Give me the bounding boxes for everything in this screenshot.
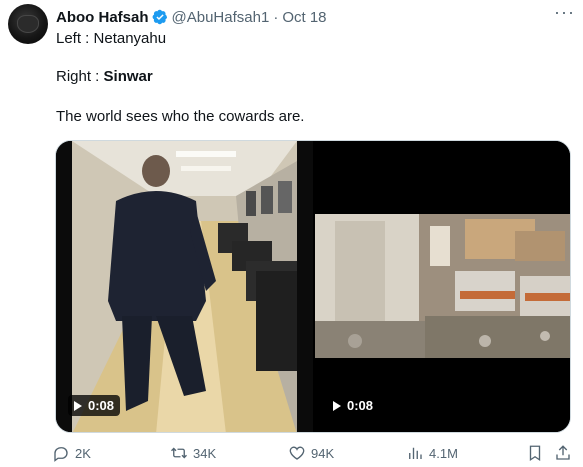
reply-icon (54, 447, 68, 462)
avatar-image (17, 15, 39, 33)
like-button[interactable]: 94K (288, 444, 334, 462)
media-grid: 0:08 0:08 (55, 140, 571, 433)
right-video[interactable]: 0:08 (315, 141, 570, 432)
left-video[interactable]: 0:08 (56, 141, 313, 432)
bookmark-button[interactable] (526, 444, 544, 462)
repost-icon (171, 447, 187, 459)
verified-badge-icon (152, 9, 167, 25)
tweet-header: Aboo Hafsah @AbuHafsah1 · Oct 18 (56, 7, 573, 27)
left-video-duration: 0:08 (68, 395, 121, 416)
author-name[interactable]: Aboo Hafsah (56, 9, 149, 26)
tweet-date[interactable]: Oct 18 (282, 9, 326, 26)
left-video-frame (56, 141, 313, 432)
views-count: 4.1M (429, 445, 458, 461)
right-video-frame (315, 141, 570, 432)
reply-count: 2K (75, 445, 91, 461)
right-video-duration: 0:08 (327, 395, 380, 416)
more-icon[interactable]: ··· (554, 3, 575, 21)
views-icon (409, 447, 422, 459)
left-duration-text: 0:08 (88, 398, 115, 413)
tweet-text-line-2: Right : Sinwar (56, 68, 153, 85)
line-2-prefix: Right : (56, 68, 104, 85)
author-avatar[interactable] (8, 4, 48, 44)
repost-count: 34K (193, 445, 217, 461)
play-icon (333, 400, 341, 411)
play-icon (74, 400, 82, 411)
reply-button[interactable]: 2K (52, 444, 91, 462)
bookmark-icon (529, 445, 541, 462)
separator-dot: · (273, 8, 279, 26)
right-duration-text: 0:08 (347, 398, 374, 413)
like-icon (289, 446, 305, 460)
author-handle[interactable]: @AbuHafsah1 (172, 9, 270, 26)
tweet-text-line-1: Left : Netanyahu (56, 30, 167, 47)
action-bar: 2K 34K 94K 4.1M (52, 444, 572, 464)
repost-button[interactable]: 34K (170, 444, 216, 462)
share-button[interactable] (554, 444, 572, 462)
line-2-bold: Sinwar (103, 68, 153, 85)
like-count: 94K (311, 445, 335, 461)
views-button[interactable]: 4.1M (406, 444, 458, 462)
tweet-text-line-3: The world sees who the cowards are. (56, 108, 305, 125)
share-icon (556, 445, 570, 460)
